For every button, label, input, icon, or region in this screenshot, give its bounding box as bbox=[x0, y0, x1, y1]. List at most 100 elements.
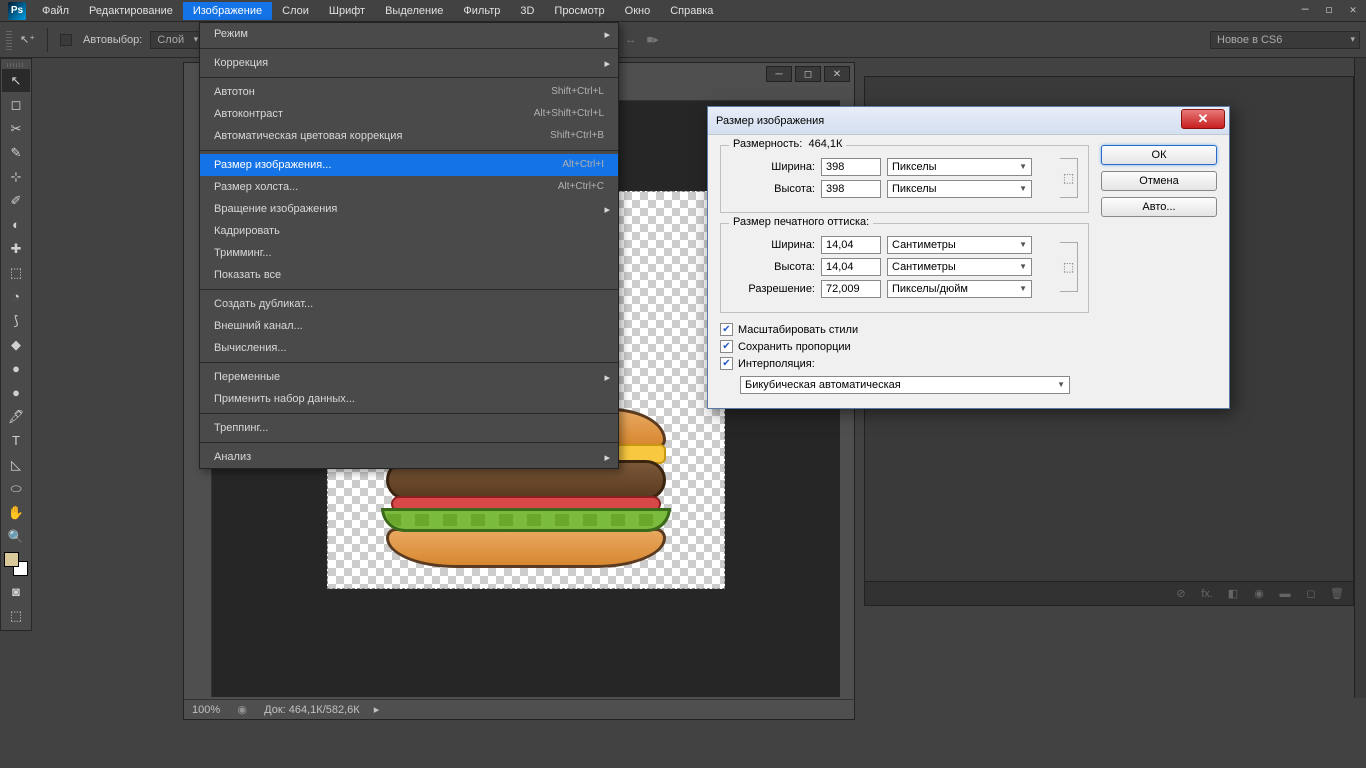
menu-window[interactable]: Окно bbox=[615, 2, 661, 20]
doc-size[interactable]: Док: 464,1К/582,6К bbox=[264, 704, 360, 716]
marquee-tool[interactable]: ◻ bbox=[2, 93, 30, 116]
menu-item-размер-изображения-[interactable]: Размер изображения...Alt+Ctrl+I bbox=[200, 154, 618, 176]
3d-zoom-icon[interactable]: ■▸ bbox=[645, 32, 661, 48]
menu-item-кадрировать[interactable]: Кадрировать bbox=[200, 220, 618, 242]
cancel-button[interactable]: Отмена bbox=[1101, 171, 1217, 191]
menu-item-режим[interactable]: Режим bbox=[200, 23, 618, 45]
lasso-tool[interactable]: ✂ bbox=[2, 117, 30, 140]
stamp-tool[interactable]: ⬚ bbox=[2, 261, 30, 284]
pen-tool[interactable]: 🖋 bbox=[2, 405, 30, 428]
path-tool[interactable]: ◺ bbox=[2, 453, 30, 476]
quickmask-icon[interactable]: ◙ bbox=[2, 580, 30, 603]
wand-tool[interactable]: ✎ bbox=[2, 141, 30, 164]
fx-icon[interactable]: fx. bbox=[1199, 586, 1215, 602]
workspace-dropdown[interactable]: Новое в CS6 bbox=[1210, 31, 1360, 49]
status-arrow-icon[interactable]: ▸ bbox=[374, 703, 380, 716]
menu-image[interactable]: Изображение bbox=[183, 2, 272, 20]
crop-tool[interactable]: ⊹ bbox=[2, 165, 30, 188]
menu-item-тримминг-[interactable]: Тримминг... bbox=[200, 242, 618, 264]
menu-item-автотон[interactable]: АвтотонShift+Ctrl+L bbox=[200, 81, 618, 103]
hand-tool[interactable]: ✋ bbox=[2, 501, 30, 524]
blur-tool[interactable]: ● bbox=[2, 357, 30, 380]
color-swatches[interactable] bbox=[4, 552, 28, 576]
new-layer-icon[interactable]: ◻ bbox=[1303, 586, 1319, 602]
menu-item-внешний-канал-[interactable]: Внешний канал... bbox=[200, 315, 618, 337]
resolution-unit-dropdown[interactable]: Пикселы/дюйм bbox=[887, 280, 1032, 298]
eraser-tool[interactable]: ⟆ bbox=[2, 309, 30, 332]
link-icon[interactable]: ⊘ bbox=[1173, 586, 1189, 602]
menu-item-вычисления-[interactable]: Вычисления... bbox=[200, 337, 618, 359]
menu-item-размер-холста-[interactable]: Размер холста...Alt+Ctrl+C bbox=[200, 176, 618, 198]
zoom-tool[interactable]: 🔍 bbox=[2, 525, 30, 548]
doc-maximize-icon[interactable]: ◻ bbox=[795, 66, 821, 82]
menu-type[interactable]: Шрифт bbox=[319, 2, 375, 20]
trash-icon[interactable]: 🗑 bbox=[1329, 586, 1345, 602]
brush-tool[interactable]: ✚ bbox=[2, 237, 30, 260]
menu-item-показать-все[interactable]: Показать все bbox=[200, 264, 618, 286]
menu-item-анализ[interactable]: Анализ bbox=[200, 446, 618, 468]
heal-tool[interactable]: ◐ bbox=[2, 213, 30, 236]
folder-icon[interactable]: ▬ bbox=[1277, 586, 1293, 602]
dialog-close-button[interactable]: ✕ bbox=[1181, 109, 1225, 129]
print-width-unit-dropdown[interactable]: Сантиметры bbox=[887, 236, 1032, 254]
menu-layers[interactable]: Слои bbox=[272, 2, 319, 20]
window-controls: ─ ◻ ✕ bbox=[1298, 2, 1360, 16]
link-print-icon[interactable]: ⬚ bbox=[1060, 242, 1078, 292]
menu-item-переменные[interactable]: Переменные bbox=[200, 366, 618, 388]
dialog-title: Размер изображения bbox=[716, 115, 824, 127]
maximize-icon[interactable]: ◻ bbox=[1322, 2, 1336, 16]
menu-filter[interactable]: Фильтр bbox=[453, 2, 510, 20]
screenmode-icon[interactable]: ⬚ bbox=[2, 604, 30, 627]
menu-item-автоконтраст[interactable]: АвтоконтрастAlt+Shift+Ctrl+L bbox=[200, 103, 618, 125]
resolution-input[interactable] bbox=[821, 280, 881, 298]
menu-item-вращение-изображения[interactable]: Вращение изображения bbox=[200, 198, 618, 220]
dodge-tool[interactable]: ● bbox=[2, 381, 30, 404]
menu-select[interactable]: Выделение bbox=[375, 2, 453, 20]
doc-minimize-icon[interactable]: ─ bbox=[766, 66, 792, 82]
doc-close-icon[interactable]: ✕ bbox=[824, 66, 850, 82]
menu-help[interactable]: Справка bbox=[660, 2, 723, 20]
history-brush-tool[interactable]: ◔ bbox=[2, 285, 30, 308]
menu-view[interactable]: Просмотр bbox=[544, 2, 614, 20]
menu-file[interactable]: Файл bbox=[32, 2, 79, 20]
status-icon[interactable]: ◉ bbox=[234, 702, 250, 718]
mask-icon[interactable]: ◧ bbox=[1225, 586, 1241, 602]
minimize-icon[interactable]: ─ bbox=[1298, 2, 1312, 16]
auto-select-checkbox[interactable] bbox=[60, 34, 72, 46]
3d-slide-icon[interactable]: ↔ bbox=[623, 32, 639, 48]
menu-item-применить-набор-данных-[interactable]: Применить набор данных... bbox=[200, 388, 618, 410]
adjustment-icon[interactable]: ◉ bbox=[1251, 586, 1267, 602]
gradient-tool[interactable]: ◆ bbox=[2, 333, 30, 356]
print-height-unit-dropdown[interactable]: Сантиметры bbox=[887, 258, 1032, 276]
menu-item-треппинг-[interactable]: Треппинг... bbox=[200, 417, 618, 439]
print-height-input[interactable] bbox=[821, 258, 881, 276]
width-input[interactable] bbox=[821, 158, 881, 176]
menu-item-создать-дубликат-[interactable]: Создать дубликат... bbox=[200, 293, 618, 315]
constrain-checkbox[interactable]: ✔ bbox=[720, 340, 733, 353]
scale-styles-checkbox[interactable]: ✔ bbox=[720, 323, 733, 336]
link-dimensions-icon[interactable]: ⬚ bbox=[1060, 158, 1078, 198]
height-unit-dropdown[interactable]: Пикселы bbox=[887, 180, 1032, 198]
close-icon[interactable]: ✕ bbox=[1346, 2, 1360, 16]
zoom-level[interactable]: 100% bbox=[192, 704, 220, 716]
eyedropper-tool[interactable]: ✐ bbox=[2, 189, 30, 212]
menu-item-коррекция[interactable]: Коррекция bbox=[200, 52, 618, 74]
menu-3d[interactable]: 3D bbox=[510, 2, 544, 20]
print-width-input[interactable] bbox=[821, 236, 881, 254]
menu-item-автоматическая-цветовая-коррекция[interactable]: Автоматическая цветовая коррекцияShift+C… bbox=[200, 125, 618, 147]
foreground-swatch[interactable] bbox=[4, 552, 19, 567]
move-tool[interactable]: ↖ bbox=[2, 69, 30, 92]
resample-checkbox[interactable]: ✔ bbox=[720, 357, 733, 370]
auto-button[interactable]: Авто... bbox=[1101, 197, 1217, 217]
auto-select-dropdown[interactable]: Слой bbox=[150, 31, 203, 49]
panel-dock[interactable] bbox=[1354, 58, 1366, 698]
interpolation-dropdown[interactable]: Бикубическая автоматическая bbox=[740, 376, 1070, 394]
menu-edit[interactable]: Редактирование bbox=[79, 2, 183, 20]
height-input[interactable] bbox=[821, 180, 881, 198]
width-unit-dropdown[interactable]: Пикселы bbox=[887, 158, 1032, 176]
type-tool[interactable]: T bbox=[2, 429, 30, 452]
ok-button[interactable]: ОК bbox=[1101, 145, 1217, 165]
grip-icon[interactable] bbox=[6, 30, 12, 50]
dialog-titlebar[interactable]: Размер изображения ✕ bbox=[708, 107, 1229, 135]
shape-tool[interactable]: ⬭ bbox=[2, 477, 30, 500]
